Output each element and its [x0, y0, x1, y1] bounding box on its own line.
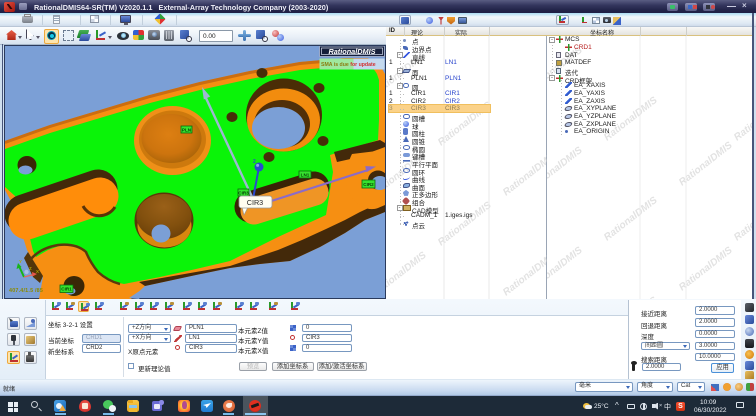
svg-text:407.4/1.5 /85: 407.4/1.5 /85 [9, 288, 43, 294]
svg-text:Y: Y [19, 259, 22, 264]
svg-text:X: X [36, 269, 39, 274]
svg-text:SMA is due for update: SMA is due for update [321, 62, 376, 68]
svg-text:CIR2: CIR2 [363, 182, 374, 187]
svg-text:PLN: PLN [182, 127, 192, 132]
svg-text:LN1: LN1 [301, 172, 310, 177]
svg-text:CIR1: CIR1 [61, 287, 72, 292]
svg-text:CIR3: CIR3 [247, 198, 263, 207]
svg-text:CIR3: CIR3 [238, 190, 249, 195]
svg-text:Z: Z [29, 266, 32, 271]
svg-text:2: 2 [253, 159, 256, 165]
svg-text:RationalDMIS: RationalDMIS [328, 47, 375, 56]
